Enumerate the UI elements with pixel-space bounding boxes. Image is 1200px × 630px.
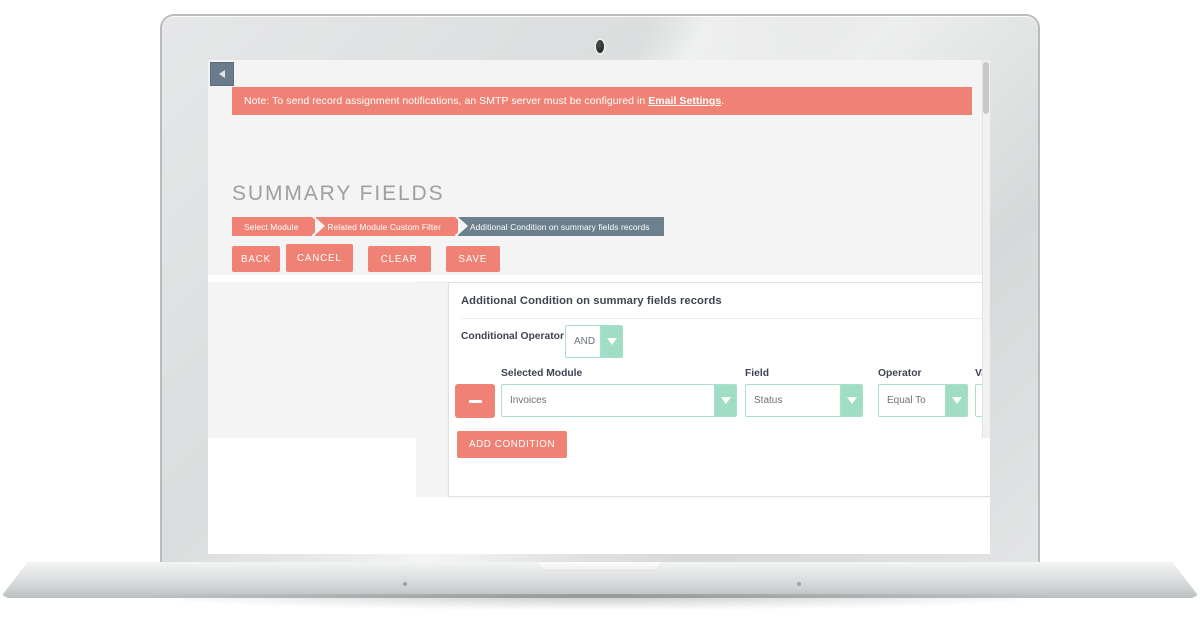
chevron-down-icon [600, 326, 622, 357]
remove-condition-button[interactable] [455, 384, 495, 418]
breadcrumb-step-select-module[interactable]: Select Module [232, 217, 323, 236]
laptop-screen: Note: To send record assignment notifica… [208, 60, 990, 554]
breadcrumb-step-label: Select Module [244, 221, 299, 232]
smtp-notice-bar: Note: To send record assignment notifica… [232, 87, 972, 115]
sidebar-collapse-toggle[interactable] [210, 62, 234, 86]
column-header-operator: Operator [878, 368, 922, 379]
minus-icon [468, 399, 482, 403]
action-bar: BACK CANCEL CLEAR SAVE [232, 244, 501, 272]
operator-value: Equal To [887, 395, 926, 406]
laptop-shadow [150, 594, 1050, 610]
conditional-operator-select[interactable]: AND [565, 325, 623, 358]
breadcrumb-step-additional-condition[interactable]: Additional Condition on summary fields r… [457, 217, 664, 236]
smtp-notice-text: Note: To send record assignment notifica… [244, 95, 724, 107]
additional-condition-panel: Additional Condition on summary fields r… [448, 282, 990, 497]
chevron-down-icon [714, 385, 736, 416]
field-value: Status [754, 395, 783, 406]
selected-module-value: Invoices [510, 395, 547, 406]
smtp-notice-text-after: . [721, 95, 725, 107]
webcam-icon [596, 40, 604, 53]
email-settings-link[interactable]: Email Settings [648, 95, 721, 107]
content-strip [208, 275, 982, 282]
laptop-base-foot-left [403, 582, 407, 586]
breadcrumb-step-label: Related Module Custom Filter [327, 221, 441, 232]
clear-button[interactable]: CLEAR [367, 246, 431, 272]
vertical-scrollbar-track[interactable] [982, 60, 990, 438]
vertical-scrollbar-thumb[interactable] [983, 62, 989, 114]
column-header-field: Field [745, 368, 770, 379]
chevron-left-icon [219, 70, 225, 78]
cancel-button[interactable]: CANCEL [285, 244, 353, 272]
chevron-down-icon [945, 385, 967, 416]
breadcrumb: Select Module Related Module Custom Filt… [232, 217, 664, 236]
back-button[interactable]: BACK [232, 246, 280, 272]
breadcrumb-step-related-module-custom-filter[interactable]: Related Module Custom Filter [315, 217, 465, 236]
conditional-operator-label: Conditional Operator: [461, 331, 568, 342]
smtp-notice-text-before: Note: To send record assignment notifica… [244, 95, 649, 107]
add-condition-button[interactable]: ADD CONDITION [457, 431, 568, 458]
panel-title: Additional Condition on summary fields r… [461, 295, 722, 307]
conditional-operator-value: AND [574, 336, 596, 347]
laptop-base-notch [539, 562, 661, 571]
column-header-selected-module: Selected Module [501, 368, 583, 379]
app-viewport: Note: To send record assignment notifica… [208, 60, 990, 497]
panel-divider [461, 318, 990, 319]
laptop-mockup: Note: To send record assignment notifica… [0, 0, 1200, 630]
field-select[interactable]: Status [745, 384, 863, 417]
selected-module-select[interactable]: Invoices [501, 384, 737, 417]
breadcrumb-step-label: Additional Condition on summary fields r… [469, 221, 650, 232]
chevron-down-icon [840, 385, 862, 416]
laptop-base-foot-right [797, 582, 801, 586]
operator-select[interactable]: Equal To [878, 384, 968, 417]
page-title: SUMMARY FIELDS [232, 182, 445, 205]
save-button[interactable]: SAVE [445, 246, 501, 272]
